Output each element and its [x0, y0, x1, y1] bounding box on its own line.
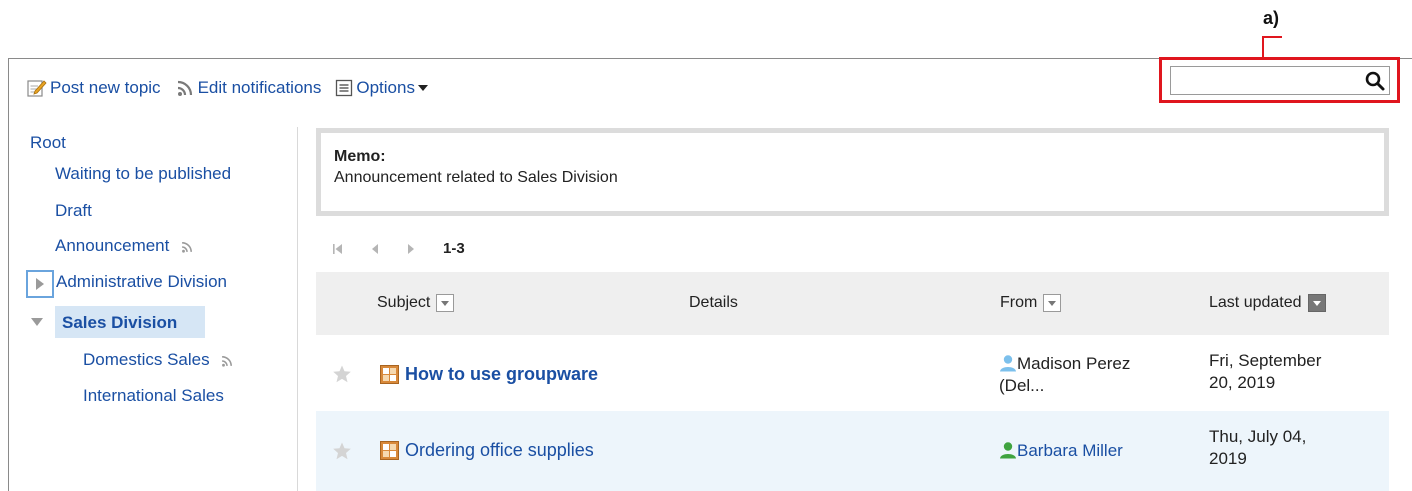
tree-item-root[interactable]: Root [30, 133, 66, 153]
toolbar: Post new topic Edit notifications Option… [27, 76, 445, 100]
notification-icon [177, 80, 192, 96]
pager: 1-3 [333, 240, 465, 257]
user-name[interactable]: Barbara Miller [1017, 441, 1123, 460]
table-row: Ordering office supplies Barbara Miller … [316, 411, 1389, 491]
options-icon [336, 79, 353, 97]
last-updated-line: 20, 2019 [1209, 373, 1276, 392]
table-header: Subject Details From Last updated [316, 272, 1389, 335]
callout-label: a) [1263, 8, 1280, 28]
post-topic-icon [27, 80, 47, 97]
post-new-topic-button[interactable]: Post new topic [27, 78, 161, 98]
sidebar-divider [297, 127, 298, 491]
sort-dropdown-icon[interactable] [436, 294, 455, 312]
topic-link[interactable]: Ordering office supplies [380, 440, 594, 461]
table-row: How to use groupware Madison Perez (Del.… [316, 336, 1389, 411]
column-header-details: Details [689, 294, 738, 312]
user-name[interactable]: Madison Perez [1017, 354, 1130, 373]
column-header-last-updated: Last updated [1209, 294, 1326, 312]
first-page-icon[interactable] [333, 243, 343, 255]
last-updated-cell: Fri, September 20, 2019 [1209, 350, 1321, 394]
tree-item-domestics-sales[interactable]: Domestics Sales [83, 350, 234, 370]
tree-item-label: Domestics Sales [83, 350, 210, 369]
previous-page-icon[interactable] [371, 243, 379, 255]
memo-text: Announcement related to Sales Division [334, 169, 618, 186]
options-label: Options [356, 78, 415, 97]
tree-item-international-sales[interactable]: International Sales [83, 386, 224, 406]
edit-notifications-label: Edit notifications [197, 78, 322, 97]
star-icon[interactable] [332, 441, 352, 461]
collapse-toggle-icon[interactable] [30, 316, 44, 328]
chevron-down-icon [417, 85, 428, 91]
last-updated-line: Thu, July 04, [1209, 427, 1307, 446]
sort-dropdown-icon[interactable] [1043, 294, 1062, 312]
column-header-from: From [1000, 294, 1062, 312]
expand-toggle[interactable] [26, 270, 54, 298]
user-icon [1000, 442, 1016, 459]
edit-notifications-button[interactable]: Edit notifications [175, 78, 322, 98]
column-header-subject: Subject [377, 294, 455, 312]
chevron-right-icon [36, 278, 44, 290]
tree-item-announcement[interactable]: Announcement [55, 236, 194, 256]
memo-title: Memo: [334, 148, 386, 165]
topic-link[interactable]: How to use groupware [380, 364, 598, 385]
topic-subject: Ordering office supplies [405, 440, 594, 460]
callout-line [1262, 36, 1282, 38]
tree-item-draft[interactable]: Draft [55, 201, 92, 221]
star-icon[interactable] [332, 364, 352, 384]
user-icon [1000, 355, 1016, 372]
notification-icon [222, 355, 233, 367]
page-range: 1-3 [443, 240, 465, 257]
topic-subject: How to use groupware [405, 364, 599, 384]
last-updated-line: Fri, September [1209, 351, 1322, 370]
memo-box: Memo: Announcement related to Sales Divi… [316, 128, 1389, 216]
options-menu-button[interactable]: Options [335, 78, 431, 98]
last-updated-line: 2019 [1209, 449, 1247, 468]
sort-dropdown-icon[interactable] [1307, 294, 1326, 312]
column-header-label: Details [689, 294, 738, 311]
tree-item-administrative-division[interactable]: Administrative Division [56, 272, 227, 292]
column-header-label: From [1000, 294, 1038, 311]
column-header-label: Last updated [1209, 294, 1302, 311]
tree-item-waiting-to-be-published[interactable]: Waiting to be published [55, 164, 231, 184]
topic-icon [380, 441, 399, 460]
from-cell: Madison Perez (Del... [999, 353, 1130, 397]
last-updated-cell: Thu, July 04, 2019 [1209, 426, 1306, 470]
search-input[interactable] [1170, 66, 1390, 95]
search-icon[interactable] [1364, 70, 1386, 92]
tree-item-label: Announcement [55, 236, 170, 255]
user-name-continued: (Del... [999, 376, 1045, 395]
topic-icon [380, 365, 399, 384]
callout-line [1262, 36, 1264, 58]
from-cell: Barbara Miller [999, 440, 1123, 462]
post-new-topic-label: Post new topic [50, 78, 161, 97]
next-page-icon[interactable] [407, 243, 415, 255]
column-header-label: Subject [377, 294, 431, 311]
notification-icon [182, 241, 193, 253]
tree-item-sales-division[interactable]: Sales Division [62, 313, 177, 333]
